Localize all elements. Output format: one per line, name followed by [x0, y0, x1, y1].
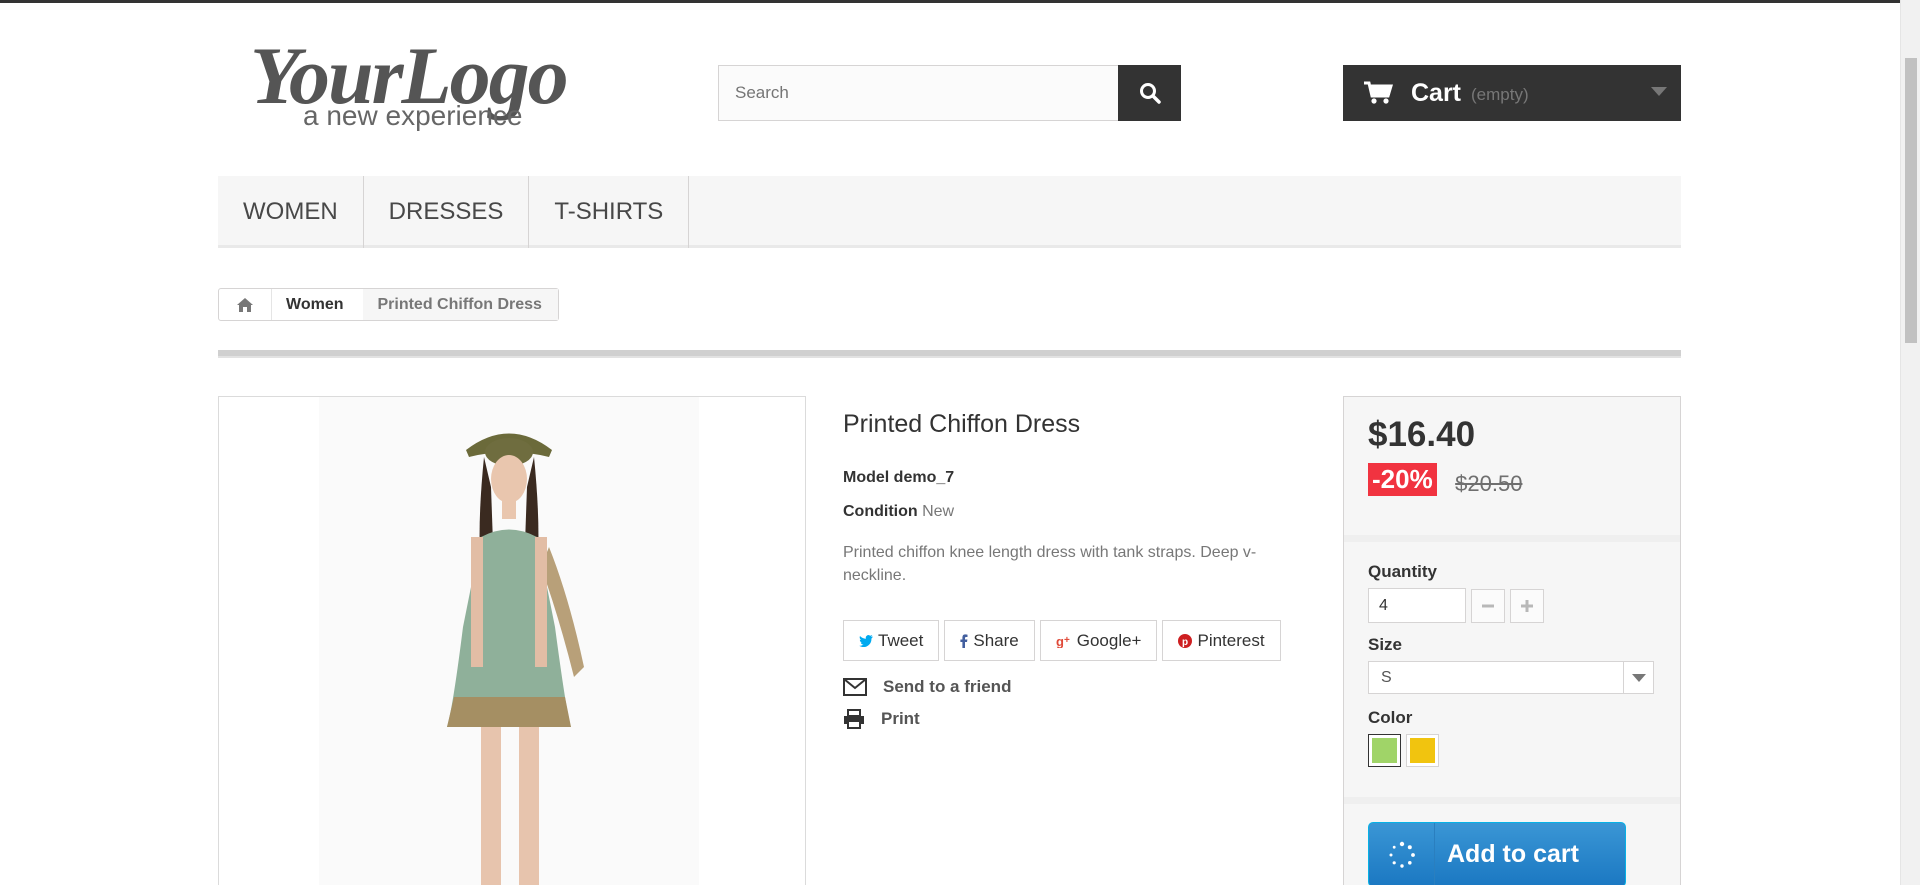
- price-area: $16.40 -20% $20.50: [1344, 397, 1680, 542]
- color-swatches: [1368, 734, 1656, 767]
- product-info: Printed Chiffon Dress Model demo_7 Condi…: [843, 410, 1283, 729]
- loading-spinner-icon: [1369, 823, 1435, 885]
- color-label: Color: [1368, 708, 1413, 727]
- print-link[interactable]: Print: [843, 709, 1283, 729]
- google-plus-label: Google+: [1076, 630, 1142, 650]
- condition-label: Condition: [843, 503, 918, 520]
- top-border: [0, 0, 1920, 3]
- cart-icon: [1364, 81, 1393, 104]
- tweet-button[interactable]: Tweet: [843, 620, 940, 661]
- old-price: $20.50: [1455, 470, 1523, 496]
- reduction-badge: -20%: [1368, 463, 1437, 496]
- product-condition: Condition New: [843, 503, 1283, 521]
- print-label: Print: [881, 709, 920, 728]
- pinterest-button[interactable]: p Pinterest: [1162, 620, 1281, 661]
- search-button[interactable]: [1118, 65, 1181, 121]
- menu-item-tshirts[interactable]: T-SHIRTS: [529, 176, 690, 248]
- twitter-icon: [859, 634, 873, 647]
- pinterest-icon: p: [1178, 633, 1193, 648]
- add-to-cart-button[interactable]: Add to cart: [1368, 822, 1626, 885]
- printer-icon: [844, 709, 864, 729]
- quantity-input[interactable]: [1368, 588, 1466, 623]
- color-swatch-yellow[interactable]: [1406, 734, 1439, 767]
- google-plus-icon: g +: [1056, 634, 1070, 648]
- facebook-share-button[interactable]: Share: [944, 620, 1035, 661]
- dress-photo: [319, 397, 699, 885]
- product-model: Model demo_7: [843, 469, 1283, 487]
- envelope-icon: [843, 678, 867, 696]
- home-icon: [237, 297, 253, 312]
- scroll-thumb[interactable]: [1905, 58, 1917, 343]
- condition-value: New: [922, 503, 955, 520]
- search-input[interactable]: [718, 65, 1118, 121]
- cart-button[interactable]: Cart (empty): [1343, 65, 1681, 121]
- google-plus-button[interactable]: g + Google+: [1039, 620, 1158, 661]
- svg-text:p: p: [1182, 637, 1188, 648]
- product-options: Quantity Size S Color: [1344, 542, 1680, 804]
- quantity-increase-button[interactable]: [1510, 588, 1544, 623]
- color-swatch-green[interactable]: [1368, 734, 1401, 767]
- current-price: $16.40: [1368, 415, 1476, 454]
- plus-icon: [1521, 599, 1533, 612]
- logo-tagline: a new experience: [303, 100, 523, 131]
- product-image[interactable]: [218, 396, 806, 885]
- tweet-label: Tweet: [878, 630, 924, 650]
- model-label: Model: [843, 469, 890, 486]
- breadcrumb-home[interactable]: [219, 289, 271, 320]
- model-value: demo_7: [893, 469, 955, 486]
- quantity-decrease-button[interactable]: [1471, 588, 1505, 623]
- quantity-stepper: [1368, 588, 1656, 623]
- size-value: S: [1381, 668, 1392, 686]
- breadcrumb: Women Printed Chiffon Dress: [218, 288, 559, 321]
- divider: [218, 350, 1681, 358]
- svg-text:g: g: [1056, 634, 1064, 648]
- size-label: Size: [1368, 635, 1403, 654]
- breadcrumb-women[interactable]: Women: [271, 289, 363, 320]
- buy-box: $16.40 -20% $20.50 Quantity Size S Color: [1343, 396, 1681, 885]
- cart-status: (empty): [1471, 85, 1529, 104]
- product-description: Printed chiffon knee length dress with t…: [843, 544, 1257, 584]
- product-title: Printed Chiffon Dress: [843, 410, 1081, 438]
- main-menu: WOMEN DRESSES T-SHIRTS: [218, 176, 1681, 248]
- search-icon: [1139, 83, 1161, 104]
- pinterest-label: Pinterest: [1197, 630, 1265, 650]
- share-buttons: Tweet Share g + Google+ p Pinterest: [843, 620, 1283, 661]
- share-label: Share: [973, 630, 1019, 650]
- menu-item-women[interactable]: WOMEN: [218, 176, 364, 248]
- chevron-down-icon: [1651, 87, 1667, 96]
- facebook-icon: [960, 633, 968, 648]
- scrollbar[interactable]: [1900, 0, 1920, 885]
- cart-label: Cart: [1411, 78, 1462, 107]
- quantity-label: Quantity: [1368, 562, 1437, 581]
- send-to-friend-link[interactable]: Send to a friend: [843, 677, 1283, 697]
- size-select[interactable]: S: [1368, 661, 1654, 694]
- add-to-cart-label: Add to cart: [1447, 840, 1579, 868]
- svg-text:+: +: [1064, 635, 1070, 646]
- site-logo[interactable]: YourLogo a new experience: [240, 28, 610, 138]
- menu-item-dresses[interactable]: DRESSES: [364, 176, 530, 248]
- chevron-down-icon: [1623, 662, 1653, 693]
- breadcrumb-current: Printed Chiffon Dress: [363, 289, 558, 320]
- search-bar: [718, 65, 1181, 121]
- send-to-friend-label: Send to a friend: [883, 677, 1012, 696]
- minus-icon: [1482, 604, 1494, 607]
